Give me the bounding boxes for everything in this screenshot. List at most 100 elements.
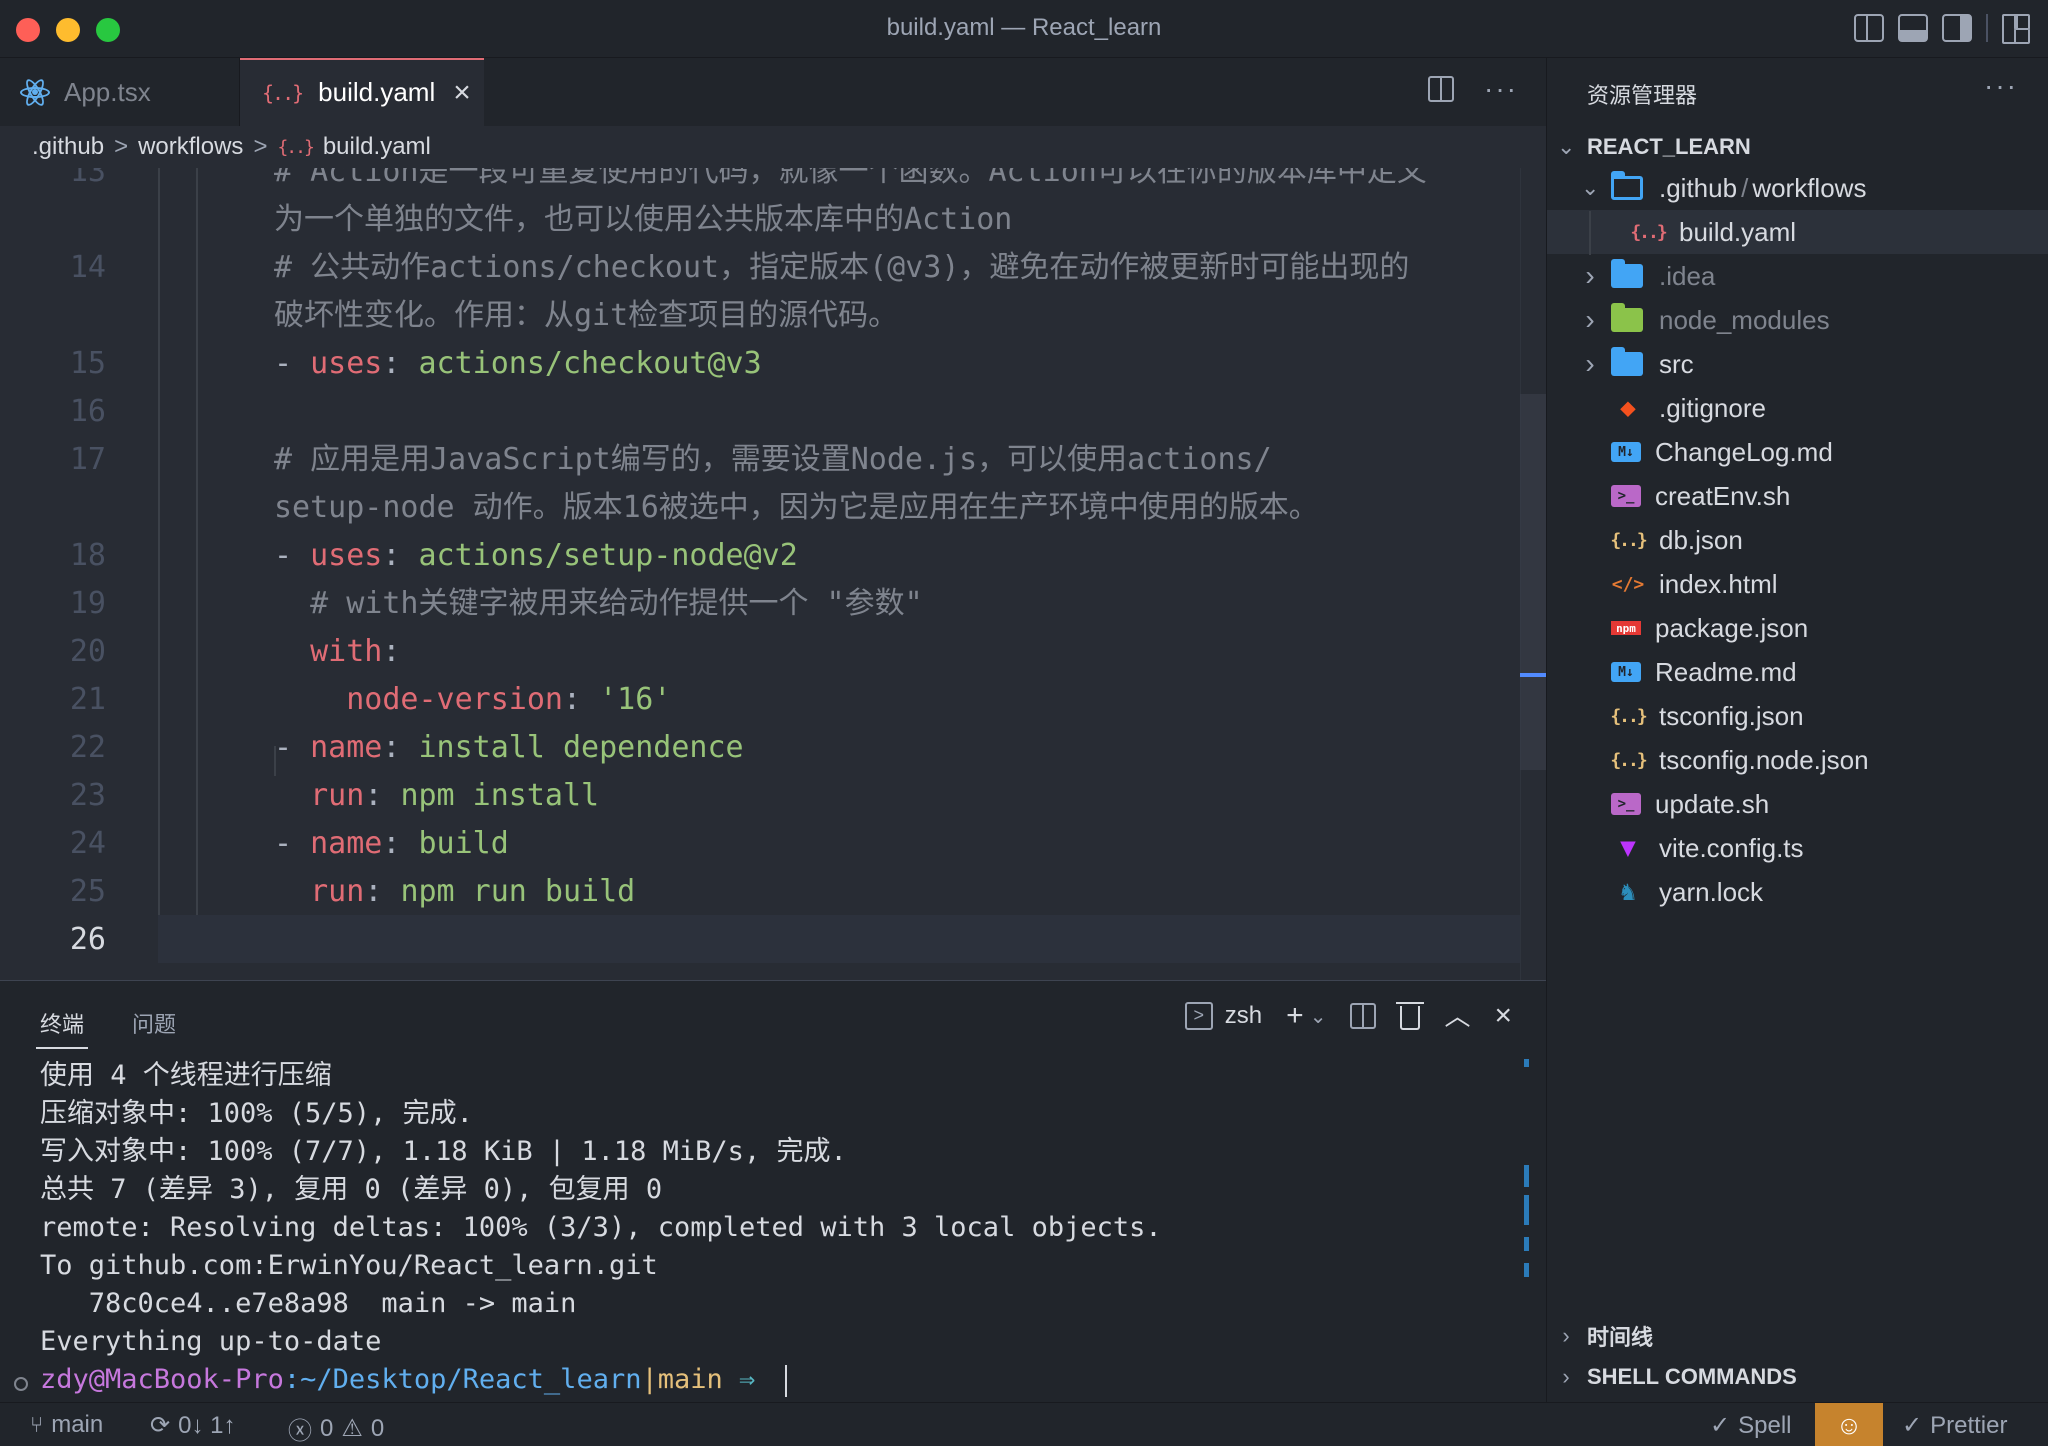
tree-item-label: creatEnv.sh (1655, 480, 1791, 511)
tree-item[interactable]: ◆ .gitignore (1547, 386, 2048, 430)
line-number: 14 (69, 250, 106, 285)
line-number: 13 (69, 168, 106, 189)
terminal-line: 使用 4 个线程进行压缩 (40, 1060, 332, 1091)
close-panel-icon[interactable]: × (1494, 1001, 1512, 1031)
breadcrumb-github[interactable]: .github (32, 133, 104, 161)
npm-icon: npm (1611, 621, 1641, 635)
yaml-icon: {..} (262, 80, 304, 105)
tree-item[interactable]: npm package.json (1547, 606, 2048, 650)
new-terminal-icon[interactable]: + (1286, 1001, 1304, 1031)
status-bar: ⑂ main ⟳ 0↓ 1↑ ⓧ 0 ⚠ 0 ✓ Spell ☺ ✓ Prett… (0, 1402, 2048, 1446)
code-token: build (418, 826, 509, 861)
toggle-secondary-sidebar-icon[interactable] (1942, 14, 1972, 42)
maximize-panel-icon[interactable]: ︿ (1444, 1003, 1470, 1029)
shell-commands-section-header[interactable]: › SHELL COMMANDS (1557, 1364, 1797, 1390)
code-token: : (364, 778, 401, 813)
prettier-indicator[interactable]: ✓ Prettier (1902, 1411, 2007, 1440)
code-line: 为一个单独的文件，也可以使用公共版本库中的Action (0, 196, 1520, 244)
tree-item[interactable]: {..} tsconfig.node.json (1547, 738, 2048, 782)
more-actions-icon[interactable]: ··· (1484, 75, 1518, 103)
terminal-icon: > (1184, 1002, 1213, 1030)
tab-terminal[interactable]: 终端 (35, 1007, 89, 1049)
chevron-down-icon[interactable]: ⌄ (1310, 1004, 1327, 1029)
tree-item[interactable]: {..} db.json (1547, 518, 2048, 562)
tree-item-label: update.sh (1655, 788, 1770, 819)
trash-icon[interactable] (1396, 1002, 1425, 1030)
json-icon: {..} (1610, 749, 1647, 771)
code-line: 21 node-version: '16' (0, 676, 1520, 724)
tree-folder-github-workflows[interactable]: ⌄ .github / workflows (1547, 166, 2048, 210)
terminal-prompt[interactable]: zdy@MacBook-Pro:~/Desktop/React_learn|ma… (40, 1361, 1162, 1399)
prompt-branch: main (657, 1364, 723, 1395)
terminal-scroll-marker (1524, 1263, 1529, 1277)
code-line: 14 # 公共动作actions/checkout，指定版本(@v3)，避免在动作… (0, 244, 1520, 292)
code-line: 22 - name: install dependence (0, 724, 1520, 772)
tab-app-tsx[interactable]: App.tsx (0, 58, 240, 126)
error-count: 0 (320, 1414, 334, 1442)
folder-icon (1611, 259, 1643, 288)
tree-item[interactable]: {..} tsconfig.json (1547, 694, 2048, 738)
tree-item-label: package.json (1655, 612, 1809, 643)
terminal-cursor (785, 1364, 788, 1397)
sync-indicator[interactable]: ⟳ 0↓ 1↑ (150, 1411, 235, 1440)
chevron-right-icon: › (1562, 1323, 1570, 1348)
editor-scrollbar-thumb[interactable] (1520, 394, 1546, 770)
copilot-icon[interactable]: ☺ (1815, 1403, 1883, 1446)
shell-name[interactable]: zsh (1225, 1002, 1262, 1030)
toggle-primary-sidebar-icon[interactable] (1854, 14, 1884, 42)
command-decoration-icon[interactable] (14, 1377, 28, 1391)
code-token: : (382, 634, 401, 669)
chevron-right-icon: › (1585, 260, 1595, 291)
explorer-root-header[interactable]: ⌄ REACT_LEARN (1557, 134, 1751, 160)
terminal-line: To github.com:ErwinYou/React_learn.git (40, 1250, 658, 1281)
code-token: uses (310, 538, 383, 573)
timeline-section-header[interactable]: › 时间线 (1557, 1320, 1653, 1352)
tree-item[interactable]: M↓ Readme.md (1547, 650, 2048, 694)
root-folder-name: REACT_LEARN (1587, 134, 1751, 159)
more-actions-icon[interactable]: ··· (1984, 70, 2018, 102)
breadcrumb-workflows[interactable]: workflows (138, 133, 243, 161)
problems-indicator[interactable]: ⓧ 0 ⚠ 0 (288, 1411, 384, 1446)
spell-check-indicator[interactable]: ✓ Spell (1710, 1411, 1791, 1440)
folder-name: workflows (1752, 172, 1867, 203)
customize-layout-icon[interactable] (2002, 14, 2032, 44)
tree-item[interactable]: {..} build.yaml (1547, 210, 2048, 254)
terminal-line: 总共 7 (差异 3), 复用 0 (差异 0), 包复用 0 (40, 1174, 663, 1205)
code-token: : (562, 682, 600, 717)
tree-item[interactable]: ♞ yarn.lock (1547, 870, 2048, 914)
tree-item[interactable]: › .idea (1547, 254, 2048, 298)
tree-item[interactable]: M↓ ChangeLog.md (1547, 430, 2048, 474)
code-token: : (382, 346, 419, 381)
tab-problems[interactable]: 问题 (132, 1007, 176, 1039)
prompt-path: :~/Desktop/React_learn (283, 1364, 642, 1395)
chevron-down-icon: ⌄ (1557, 134, 1576, 159)
tree-item-label: Readme.md (1655, 656, 1797, 687)
code-token: uses (310, 346, 383, 381)
html-icon: </> (1611, 573, 1645, 595)
tree-item[interactable]: >_ update.sh (1547, 782, 2048, 826)
code-line: 16 (0, 388, 1520, 436)
check-icon: ✓ (1710, 1412, 1731, 1439)
tree-item[interactable]: › src (1547, 342, 2048, 386)
close-tab-icon[interactable]: × (453, 77, 471, 108)
code-line: 26 (0, 916, 1520, 964)
yaml-icon: {..} (277, 136, 314, 158)
code-editor[interactable]: 13 # Action是一段可重复使用的代码，就像一个函数。Action可以在你的… (0, 168, 1546, 980)
breadcrumb-file[interactable]: build.yaml (323, 133, 431, 161)
tree-item[interactable]: › node_modules (1547, 298, 2048, 342)
toggle-panel-icon[interactable] (1898, 14, 1928, 42)
folder-name: .github (1659, 172, 1738, 203)
split-terminal-icon[interactable] (1350, 1003, 1377, 1029)
terminal-scroll-marker (1524, 1165, 1529, 1187)
code-text: # Action是一段可重复使用的代码，就像一个函数。Action可以在你的版本… (274, 168, 1427, 189)
tree-item[interactable]: >_ creatEnv.sh (1547, 474, 2048, 518)
branch-indicator[interactable]: ⑂ main (30, 1411, 103, 1439)
split-editor-icon[interactable] (1428, 76, 1455, 102)
tab-build-yaml[interactable]: {..} build.yaml × (240, 58, 484, 126)
terminal-output[interactable]: 使用 4 个线程进行压缩 压缩对象中: 100% (5/5), 完成. 写入对象… (40, 1057, 1162, 1399)
markdown-icon: M↓ (1611, 662, 1641, 682)
tree-item[interactable]: </> index.html (1547, 562, 2048, 606)
code-text: - name: build (274, 820, 509, 868)
code-line: setup-node 动作。版本16被选中，因为它是应用在生产环境中使用的版本。 (0, 484, 1520, 532)
tree-item[interactable]: ▼ vite.config.ts (1547, 826, 2048, 870)
